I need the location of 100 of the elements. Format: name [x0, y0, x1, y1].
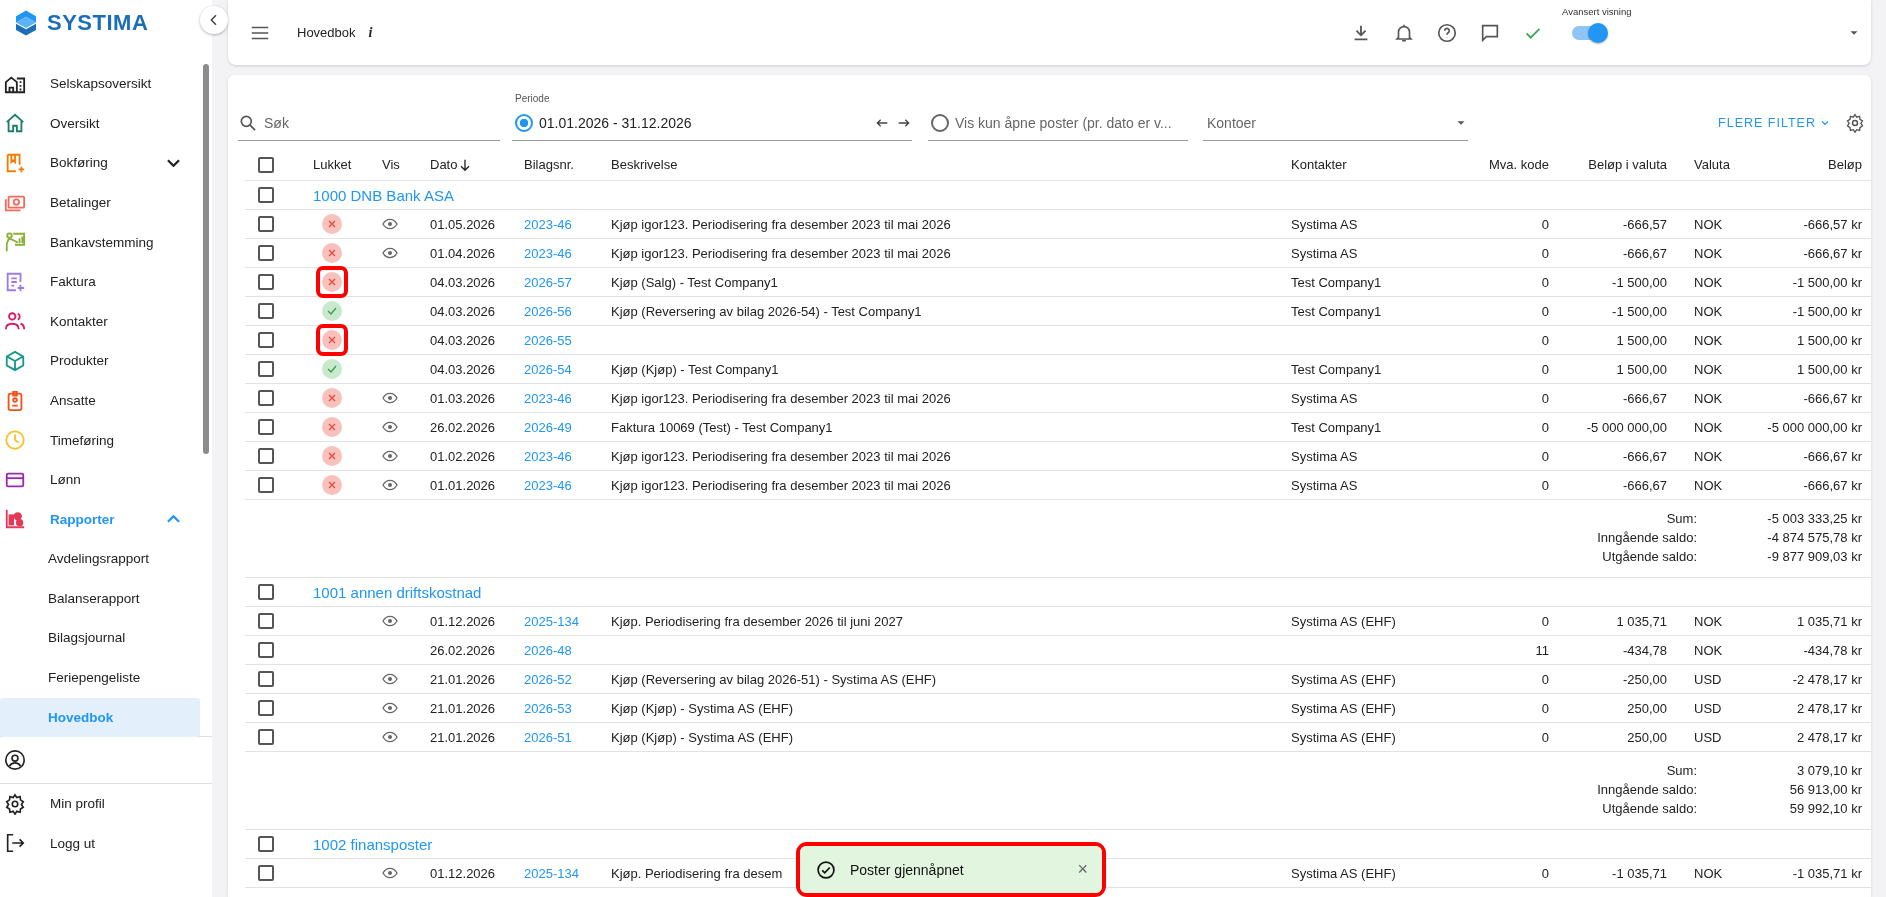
- voucher-link[interactable]: 2026-52: [524, 671, 572, 687]
- total-label: Utgående saldo:: [1602, 549, 1697, 564]
- voucher-link[interactable]: 2025-134: [524, 613, 579, 629]
- closed-status-icon[interactable]: [322, 272, 342, 292]
- sidebar-item[interactable]: Logg ut: [0, 823, 212, 864]
- voucher-link[interactable]: 2026-53: [524, 700, 572, 716]
- closed-status-icon[interactable]: [322, 214, 342, 234]
- close-button[interactable]: ×: [1077, 859, 1088, 880]
- table-cell: 01.01.2026: [430, 477, 496, 493]
- sidebar-item[interactable]: Bankavstemming: [0, 222, 200, 262]
- checkbox[interactable]: [258, 361, 274, 377]
- table-cell: 0: [1541, 390, 1549, 406]
- checkbox[interactable]: [258, 274, 274, 290]
- checkbox[interactable]: [258, 729, 274, 745]
- table-cell: Systima AS (EHF): [1291, 865, 1396, 881]
- accounts-dropdown[interactable]: Kontoer: [1207, 114, 1448, 131]
- table-cell: Kjøp (Kjøp) - Test Company1: [611, 361, 779, 377]
- table-cell: Systima AS (EHF): [1291, 729, 1396, 745]
- checkbox[interactable]: [258, 671, 274, 687]
- eye-icon: [382, 729, 398, 745]
- voucher-link[interactable]: 2026-48: [524, 642, 572, 658]
- checkbox[interactable]: [258, 245, 274, 261]
- sidebar-subitem[interactable]: Hovedbok: [0, 697, 200, 738]
- table-cell: 250,00: [1627, 729, 1667, 745]
- checkbox[interactable]: [258, 448, 274, 464]
- sidebar-item[interactable]: Faktura: [0, 261, 200, 302]
- voucher-link[interactable]: 2026-56: [524, 303, 572, 319]
- table-cell: 0: [1541, 245, 1549, 261]
- checkbox[interactable]: [258, 642, 274, 658]
- checkbox[interactable]: [258, 419, 274, 435]
- period-value[interactable]: 01.01.2026 - 31.12.2026: [539, 114, 868, 131]
- sidebar-item[interactable]: Ansatte: [0, 380, 200, 421]
- account-link[interactable]: 1001 annen driftskostnad: [313, 583, 482, 601]
- info-glyph[interactable]: i: [368, 24, 373, 41]
- table-cell: 2 478,17 kr: [1796, 729, 1862, 745]
- sidebar-item[interactable]: Oversikt: [0, 103, 200, 144]
- eye-icon: [382, 448, 398, 464]
- voucher-link[interactable]: 2025-134: [524, 865, 579, 881]
- more-filters-button[interactable]: FLERE FILTER: [1718, 105, 1831, 141]
- sidebar-item[interactable]: Produkter: [0, 341, 200, 381]
- total-value: -5 003 333,25 kr: [1767, 511, 1862, 526]
- voucher-link[interactable]: 2026-51: [524, 729, 572, 745]
- closed-status-icon[interactable]: [322, 417, 342, 437]
- checkbox[interactable]: [258, 187, 274, 203]
- voucher-link[interactable]: 2026-57: [524, 274, 572, 290]
- sidebar-subitem[interactable]: Bilagsjournal: [0, 618, 200, 658]
- checkbox[interactable]: [258, 477, 274, 493]
- voucher-link[interactable]: 2026-54: [524, 361, 572, 377]
- closed-status-icon[interactable]: [322, 330, 342, 350]
- voucher-link[interactable]: 2023-46: [524, 390, 572, 406]
- sidebar-item[interactable]: Rapporter: [0, 499, 200, 540]
- checkbox[interactable]: [258, 584, 274, 600]
- closed-status-icon[interactable]: [322, 243, 342, 263]
- closed-status-icon[interactable]: [322, 388, 342, 408]
- sidebar-item[interactable]: Kontakter: [0, 301, 200, 342]
- table-cell: -434,78 kr: [1803, 642, 1862, 658]
- voucher-link[interactable]: 2023-46: [524, 477, 572, 493]
- table-cell: -5 000 000,00: [1586, 419, 1667, 435]
- sidebar-item[interactable]: Betalinger: [0, 182, 200, 223]
- collapse-button[interactable]: [200, 6, 228, 34]
- sidebar-subitem[interactable]: Avdelingsrapport: [0, 539, 200, 579]
- closed-status-icon[interactable]: [322, 446, 342, 466]
- radio-button[interactable]: [515, 113, 533, 132]
- account-link[interactable]: 1000 DNB Bank ASA: [313, 186, 454, 204]
- checkbox[interactable]: [258, 303, 274, 319]
- radio-button[interactable]: [931, 113, 949, 132]
- sidebar-item[interactable]: Bokføring: [0, 143, 200, 183]
- avatar-icon: [4, 749, 26, 771]
- sidebar-item[interactable]: Min profil: [0, 784, 212, 824]
- open-status-icon[interactable]: [322, 301, 342, 321]
- column-header[interactable]: Dato: [430, 157, 458, 172]
- table-cell: 250,00: [1627, 700, 1667, 716]
- checkbox[interactable]: [258, 865, 274, 881]
- sidebar-subitem[interactable]: Balanserapport: [0, 578, 200, 619]
- checkbox[interactable]: [258, 332, 274, 348]
- closed-status-icon[interactable]: [322, 475, 342, 495]
- checkbox[interactable]: [258, 216, 274, 232]
- checkbox[interactable]: [258, 613, 274, 629]
- table-cell: NOK: [1694, 613, 1723, 629]
- voucher-link[interactable]: 2026-49: [524, 419, 572, 435]
- checkbox[interactable]: [258, 390, 274, 406]
- sidebar-item[interactable]: Timeføring: [0, 420, 200, 460]
- checkbox[interactable]: [258, 156, 274, 173]
- voucher-link[interactable]: 2023-46: [524, 245, 572, 261]
- account-link[interactable]: 1002 finansposter: [313, 835, 433, 853]
- search-field[interactable]: Søk: [264, 114, 500, 131]
- voucher-link[interactable]: 2023-46: [524, 448, 572, 464]
- sidebar-item[interactable]: Selskapsoversikt: [0, 64, 200, 104]
- table-cell: USD: [1694, 700, 1722, 716]
- voucher-link[interactable]: 2023-46: [524, 216, 572, 232]
- voucher-link[interactable]: 2026-55: [524, 332, 572, 348]
- table-cell: 0: [1541, 865, 1549, 881]
- open-status-icon[interactable]: [322, 359, 342, 379]
- checkbox[interactable]: [258, 836, 274, 852]
- sidebar-item[interactable]: Lønn: [0, 459, 200, 500]
- filter-option-label[interactable]: Vis kun åpne poster (pr. dato er v...: [955, 114, 1172, 131]
- table-cell: 0: [1541, 419, 1549, 435]
- table-cell: 2 478,17 kr: [1796, 700, 1862, 716]
- sidebar-subitem[interactable]: Feriepengeliste: [0, 657, 200, 698]
- checkbox[interactable]: [258, 700, 274, 716]
